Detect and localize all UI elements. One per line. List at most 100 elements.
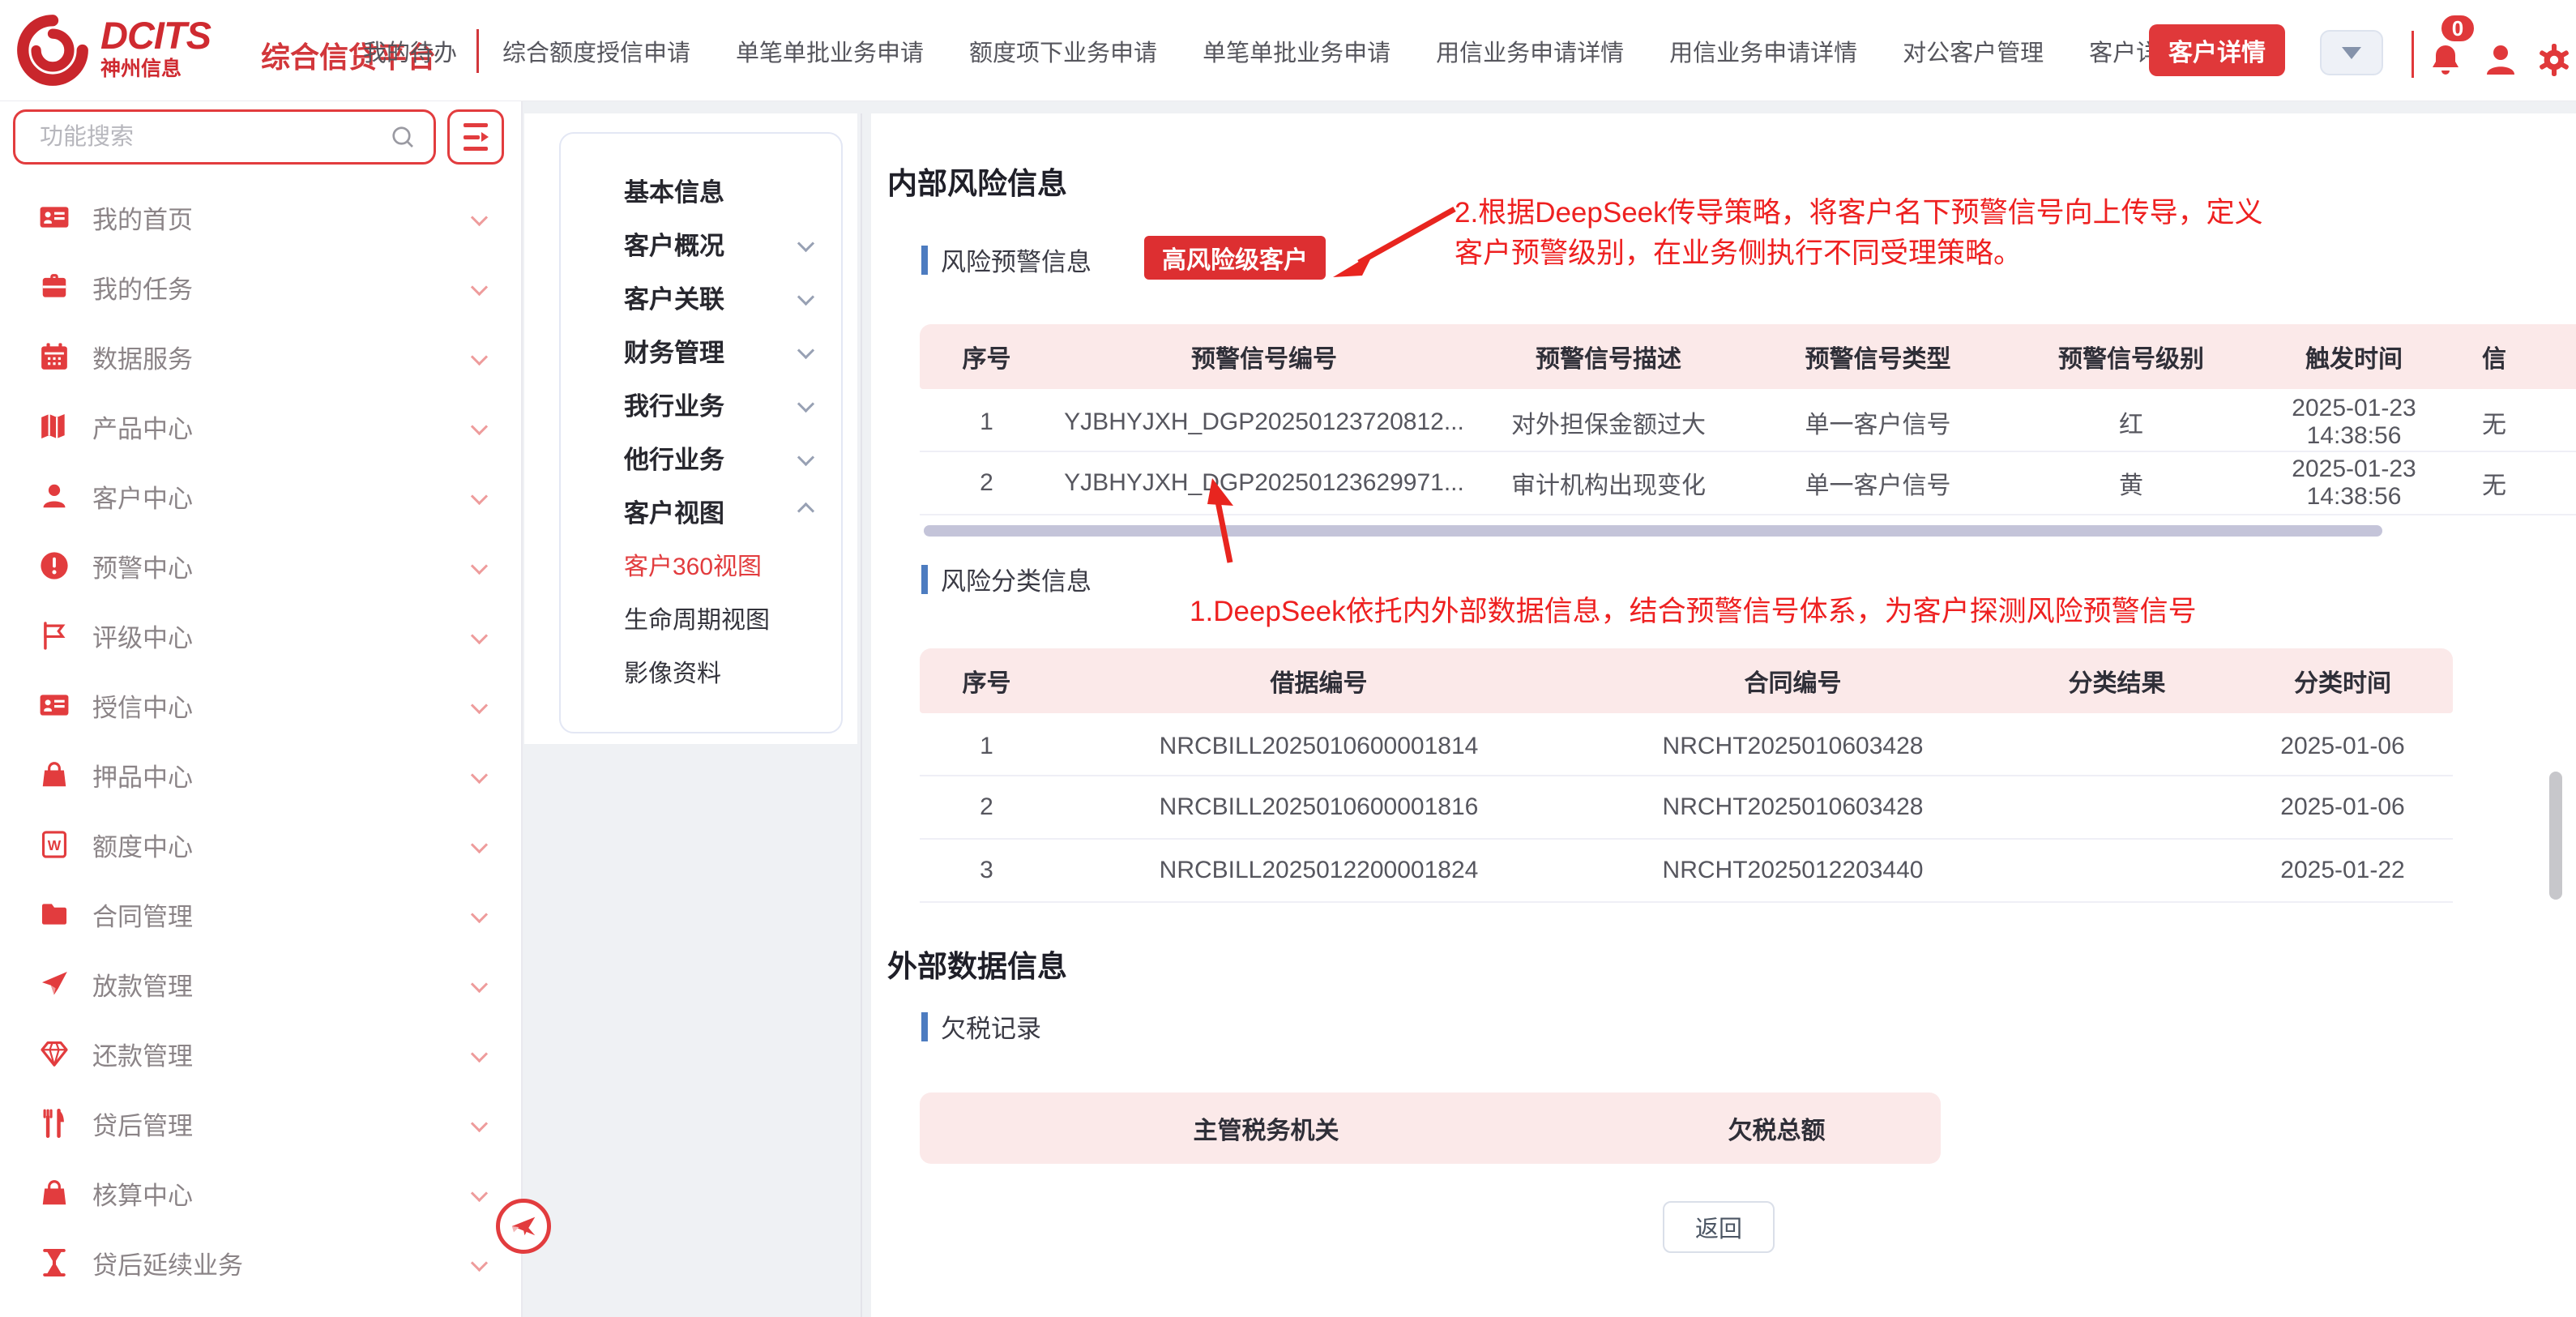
submenu-item[interactable]: 基本信息 [561, 163, 841, 216]
table-cell: 2025-01-22 [2232, 840, 2453, 903]
sidebar-item[interactable]: 产品中心 [0, 391, 523, 461]
table-cell: 对外担保金额过大 [1475, 389, 1742, 452]
table-cell: 无 [2459, 389, 2576, 452]
sidebar-item[interactable]: 授信中心 [0, 670, 523, 740]
sidebar-item[interactable]: 预警中心 [0, 531, 523, 601]
chevron-down-icon [471, 766, 488, 783]
sidebar-item[interactable]: 放款管理 [0, 949, 523, 1019]
map-icon [39, 411, 70, 442]
nav-tab[interactable]: 用信业务申请详情 [1669, 34, 1857, 68]
submenu-item[interactable]: 客户概况 [561, 216, 841, 270]
table-row: 2YJBHYJXH_DGP20250123629971...审计机构出现变化单一… [920, 452, 2576, 515]
sidebar-item[interactable]: 评级中心 [0, 601, 523, 670]
nav-tab[interactable]: 综合额度授信申请 [502, 34, 690, 68]
column-header: 序号 [920, 648, 1053, 713]
chevron-down-icon [471, 696, 488, 713]
risk-warning-section-header: 风险预警信息 [921, 242, 1091, 278]
chevron-down-icon [471, 1184, 488, 1201]
menu-collapse-button[interactable] [447, 109, 504, 165]
submenu-item-label: 基本信息 [624, 172, 812, 208]
function-search-box [13, 109, 436, 165]
sidebar-item[interactable]: 贷后管理 [0, 1088, 523, 1158]
panel-divider [861, 113, 862, 1317]
table-cell: NRCHT2025010603428 [1584, 713, 2001, 776]
table-cell: 无 [2459, 452, 2576, 515]
nav-tab[interactable]: 我的待办 [363, 34, 457, 68]
column-header: 主管税务机关 [920, 1093, 1613, 1164]
sidebar-item[interactable]: 数据服务 [0, 322, 523, 391]
chevron-down-icon [471, 1114, 488, 1131]
column-header: 序号 [920, 324, 1053, 389]
submenu-item[interactable]: 客户关联 [561, 270, 841, 323]
tabs-dropdown-button[interactable] [2320, 30, 2383, 75]
sidebar-item[interactable]: 我的首页 [0, 182, 523, 252]
active-tab-customer-detail[interactable]: 客户详情 [2149, 24, 2285, 76]
submenu-item[interactable]: 我行业务 [561, 377, 841, 430]
sidebar-item-label: 预警中心 [92, 548, 473, 584]
sidebar-item[interactable]: 我的任务 [0, 252, 523, 322]
header-divider [2412, 31, 2414, 78]
vertical-scrollbar[interactable] [2549, 772, 2562, 900]
column-header: 预警信号描述 [1475, 324, 1742, 389]
table-cell [2001, 840, 2232, 903]
sidebar-item[interactable]: 贷后延续业务 [0, 1228, 523, 1298]
sidebar-item[interactable]: 核算中心 [0, 1158, 523, 1228]
sidebar-item-label: 数据服务 [92, 339, 473, 375]
submenu-item[interactable]: 财务管理 [561, 323, 841, 377]
bag-icon [39, 1178, 70, 1208]
sidebar-item-label: 我的首页 [92, 199, 473, 236]
flag-icon [39, 620, 70, 651]
settings-button[interactable] [2535, 41, 2574, 79]
horizontal-scrollbar[interactable] [924, 525, 2382, 537]
column-header: 合同编号 [1584, 648, 2001, 713]
nav-tab[interactable]: 单笔单批业务申请 [736, 34, 924, 68]
table-cell: 2025-01-23 14:38:56 [2249, 452, 2459, 515]
nav-tab[interactable]: 单笔单批业务申请 [1203, 34, 1391, 68]
chevron-down-icon [471, 417, 488, 434]
risk-classification-section-header: 风险分类信息 [921, 561, 1091, 597]
sidebar-item[interactable]: 押品中心 [0, 740, 523, 810]
submenu-item[interactable]: 客户360视图 [561, 537, 841, 591]
submenu-item[interactable]: 生命周期视图 [561, 591, 841, 644]
chevron-down-icon [2342, 47, 2361, 59]
user-icon [2481, 41, 2520, 79]
submenu-item[interactable]: 他行业务 [561, 430, 841, 484]
sidebar-item[interactable]: 还款管理 [0, 1019, 523, 1088]
tax-arrears-table: 主管税务机关欠税总额 [920, 1093, 1941, 1164]
table-row: 1YJBHYJXH_DGP20250123720812...对外担保金额过大单一… [920, 389, 2576, 452]
calendar-icon [39, 341, 70, 372]
back-button[interactable]: 返回 [1663, 1201, 1775, 1253]
nav-tab[interactable]: 额度项下业务申请 [969, 34, 1157, 68]
column-header: 预警信号级别 [2014, 324, 2249, 389]
chevron-down-icon [471, 557, 488, 574]
nav-tab[interactable]: 对公客户管理 [1903, 34, 2044, 68]
chevron-down-icon [797, 234, 814, 251]
chevron-down-icon [797, 341, 814, 358]
sidebar-menu: 我的首页我的任务数据服务产品中心客户中心预警中心评级中心授信中心押品中心W额度中… [0, 182, 523, 1298]
brand-name: DCITS [100, 16, 211, 55]
sidebar-toggle-button[interactable] [496, 1199, 551, 1254]
submenu-item[interactable]: 客户视图 [561, 484, 841, 537]
user-profile-button[interactable] [2481, 41, 2520, 79]
search-input[interactable] [15, 124, 388, 151]
submenu-item[interactable]: 影像资料 [561, 644, 841, 698]
table-cell [2001, 713, 2232, 776]
paper-plane-left-icon [509, 1212, 538, 1241]
column-header: 借据编号 [1053, 648, 1584, 713]
sidebar-item[interactable]: 合同管理 [0, 879, 523, 949]
chevron-down-icon [471, 836, 488, 853]
column-header: 信 [2459, 324, 2576, 389]
chevron-down-icon [471, 626, 488, 644]
sidebar-item[interactable]: W额度中心 [0, 810, 523, 879]
sidebar-item-label: 我的任务 [92, 269, 473, 306]
column-header: 分类结果 [2001, 648, 2232, 713]
nav-tab[interactable]: 用信业务申请详情 [1436, 34, 1624, 68]
gear-icon [2535, 41, 2574, 79]
notifications-button[interactable] [2426, 41, 2465, 79]
top-nav: 我的待办 综合额度授信申请 单笔单批业务申请 额度项下业务申请 单笔单批业务申请 用信业务… [363, 0, 2183, 101]
submenu-item-label: 客户视图 [624, 493, 800, 529]
sidebar-item[interactable]: 客户中心 [0, 461, 523, 531]
risk-warning-table: 序号预警信号编号预警信号描述预警信号类型预警信号级别触发时间信1YJBHYJXH… [920, 324, 2576, 515]
chevron-down-icon [471, 487, 488, 504]
risk-classification-table-wrap: 序号借据编号合同编号分类结果分类时间1NRCBILL20250106000018… [920, 648, 2453, 916]
